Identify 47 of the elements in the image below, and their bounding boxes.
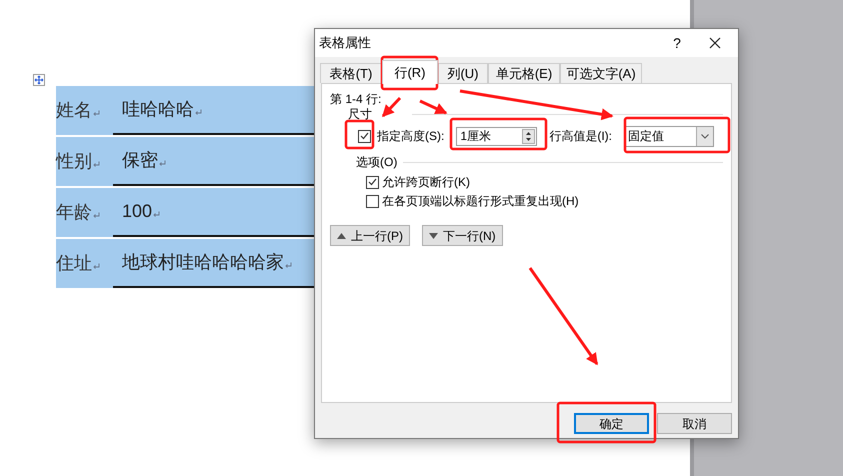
paragraph-mark-icon	[159, 160, 166, 167]
checkbox[interactable]	[366, 176, 379, 188]
triangle-up-icon	[337, 232, 346, 238]
nav-button[interactable]: 上一行(P)	[330, 225, 410, 246]
window-title: 表格属性	[319, 34, 371, 52]
paragraph-mark-icon	[93, 263, 100, 270]
height-spin-field[interactable]: 1厘米	[456, 126, 538, 146]
tab[interactable]: 列(U)	[438, 63, 488, 83]
spin-arrows-icon[interactable]	[522, 128, 536, 144]
checkbox-label: 允许跨页断行(K)	[382, 174, 470, 191]
checkbox[interactable]	[358, 130, 371, 142]
chevron-down-icon	[701, 134, 710, 138]
triangle-down-icon	[429, 232, 438, 238]
paragraph-mark-icon	[93, 110, 100, 117]
checkbox[interactable]	[366, 194, 379, 208]
nav-button[interactable]: 下一行(N)	[422, 225, 503, 246]
paragraph-mark-icon	[153, 211, 160, 218]
tab[interactable]: 行(R)	[382, 60, 438, 84]
dialog-button[interactable]: 确定	[574, 413, 649, 434]
tab[interactable]: 可选文字(A)	[560, 63, 642, 83]
field-label: 行高值是(I):	[549, 128, 612, 145]
table-cell: 性别	[56, 137, 113, 186]
annotation-arrow	[382, 96, 402, 118]
section-title: 尺寸	[348, 107, 372, 121]
help-button[interactable]: ?	[662, 31, 692, 55]
tab[interactable]: 表格(T)	[320, 63, 382, 83]
paragraph-mark-icon	[195, 109, 202, 116]
highlight-frame	[344, 120, 374, 150]
close-icon	[709, 37, 721, 49]
paragraph-mark-icon	[285, 262, 292, 269]
rows-caption: 第 1-4 行:	[330, 92, 382, 107]
table-cell: 姓名	[56, 86, 113, 135]
table-move-handle-icon[interactable]	[33, 74, 45, 86]
checkmark-icon	[368, 178, 377, 186]
paragraph-mark-icon	[93, 161, 100, 168]
checkbox-label: 指定高度(S):	[377, 128, 444, 145]
checkbox-label: 在各页顶端以标题行形式重复出现(H)	[382, 193, 579, 210]
checkmark-icon	[360, 132, 369, 140]
paragraph-mark-icon	[93, 212, 100, 219]
table-cell: 住址	[56, 239, 113, 288]
annotation-arrow	[419, 100, 448, 114]
highlight-frame	[380, 56, 438, 90]
row-height-dropdown[interactable]: 固定值	[624, 126, 714, 146]
dialog-button[interactable]: 取消	[657, 413, 732, 434]
table-cell: 年龄	[56, 188, 113, 237]
section-title: 选项(O)	[356, 154, 398, 171]
tab[interactable]: 单元格(E)	[488, 63, 560, 83]
